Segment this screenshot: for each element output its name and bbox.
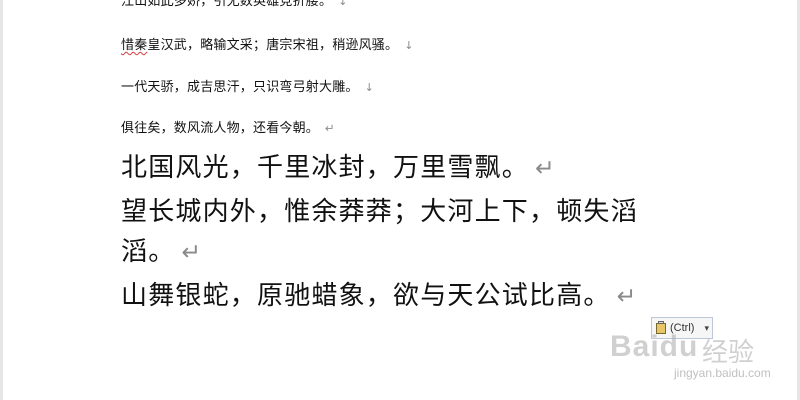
paragraph-mark: ↵ xyxy=(535,154,556,182)
paragraph-6-line-1[interactable]: 望长城内外，惟余莽莽；大河上下，顿失滔 xyxy=(121,195,638,229)
paragraph-3-text: 一代天骄，成吉思汗，只识弯弓射大雕。 xyxy=(121,80,359,95)
paragraph-2-text: 皇汉武，略输文采；唐宗宋祖，稍逊风骚。 xyxy=(147,38,399,53)
spellcheck-underlined-text[interactable]: 惜秦 xyxy=(121,38,147,53)
line-break-mark: ↓ xyxy=(404,39,414,52)
paragraph-7-text: 山舞银蛇，原驰蜡象，欲与天公试比高。 xyxy=(121,281,611,311)
paragraph-7[interactable]: 山舞银蛇，原驰蜡象，欲与天公试比高。 ↵ xyxy=(121,279,637,313)
paragraph-6-text-line-2: 滔。 xyxy=(121,237,176,267)
chevron-down-icon: ▾ xyxy=(704,322,709,333)
line-break-mark: ↓ xyxy=(338,0,348,8)
paragraph-6-line-2[interactable]: 滔。 ↵ xyxy=(121,235,202,269)
paste-options-button[interactable]: (Ctrl) ▾ xyxy=(651,317,713,339)
paragraph-4[interactable]: 俱往矣，数风流人物，还看今朝。 ↵ xyxy=(121,120,335,137)
paragraph-2[interactable]: 惜秦皇汉武，略输文采；唐宗宋祖，稍逊风骚。 ↓ xyxy=(121,38,414,54)
page-left-border xyxy=(0,0,3,400)
paragraph-5-text: 北国风光，千里冰封，万里雪飘。 xyxy=(121,153,530,183)
paragraph-1-text: 江山如此多娇，引无数英雄竞折腰。 xyxy=(121,0,333,9)
paragraph-mark: ↵ xyxy=(181,238,203,266)
watermark-url: jingyan.baidu.com xyxy=(674,366,771,380)
paragraph-4-text: 俱往矣，数风流人物，还看今朝。 xyxy=(121,121,320,136)
paragraph-3[interactable]: 一代天骄，成吉思汗，只识弯弓射大雕。 ↓ xyxy=(121,80,374,96)
paragraph-1[interactable]: 江山如此多娇，引无数英雄竞折腰。 ↓ xyxy=(121,0,348,10)
paragraph-6-text-line-1: 望长城内外，惟余莽莽；大河上下，顿失滔 xyxy=(121,197,638,227)
clipboard-icon xyxy=(655,321,667,335)
line-break-mark: ↓ xyxy=(364,81,375,94)
paste-options-label: (Ctrl) xyxy=(670,322,695,334)
document-page[interactable]: 江山如此多娇，引无数英雄竞折腰。 ↓ 惜秦皇汉武，略输文采；唐宗宋祖，稍逊风骚。 ↓… xyxy=(0,0,800,400)
watermark: Baidu 经验 jingyan.baidu.com xyxy=(610,330,800,400)
paragraph-5[interactable]: 北国风光，千里冰封，万里雪飘。 ↵ xyxy=(121,151,556,185)
paragraph-mark: ↵ xyxy=(325,121,336,135)
paragraph-mark: ↵ xyxy=(616,282,638,310)
